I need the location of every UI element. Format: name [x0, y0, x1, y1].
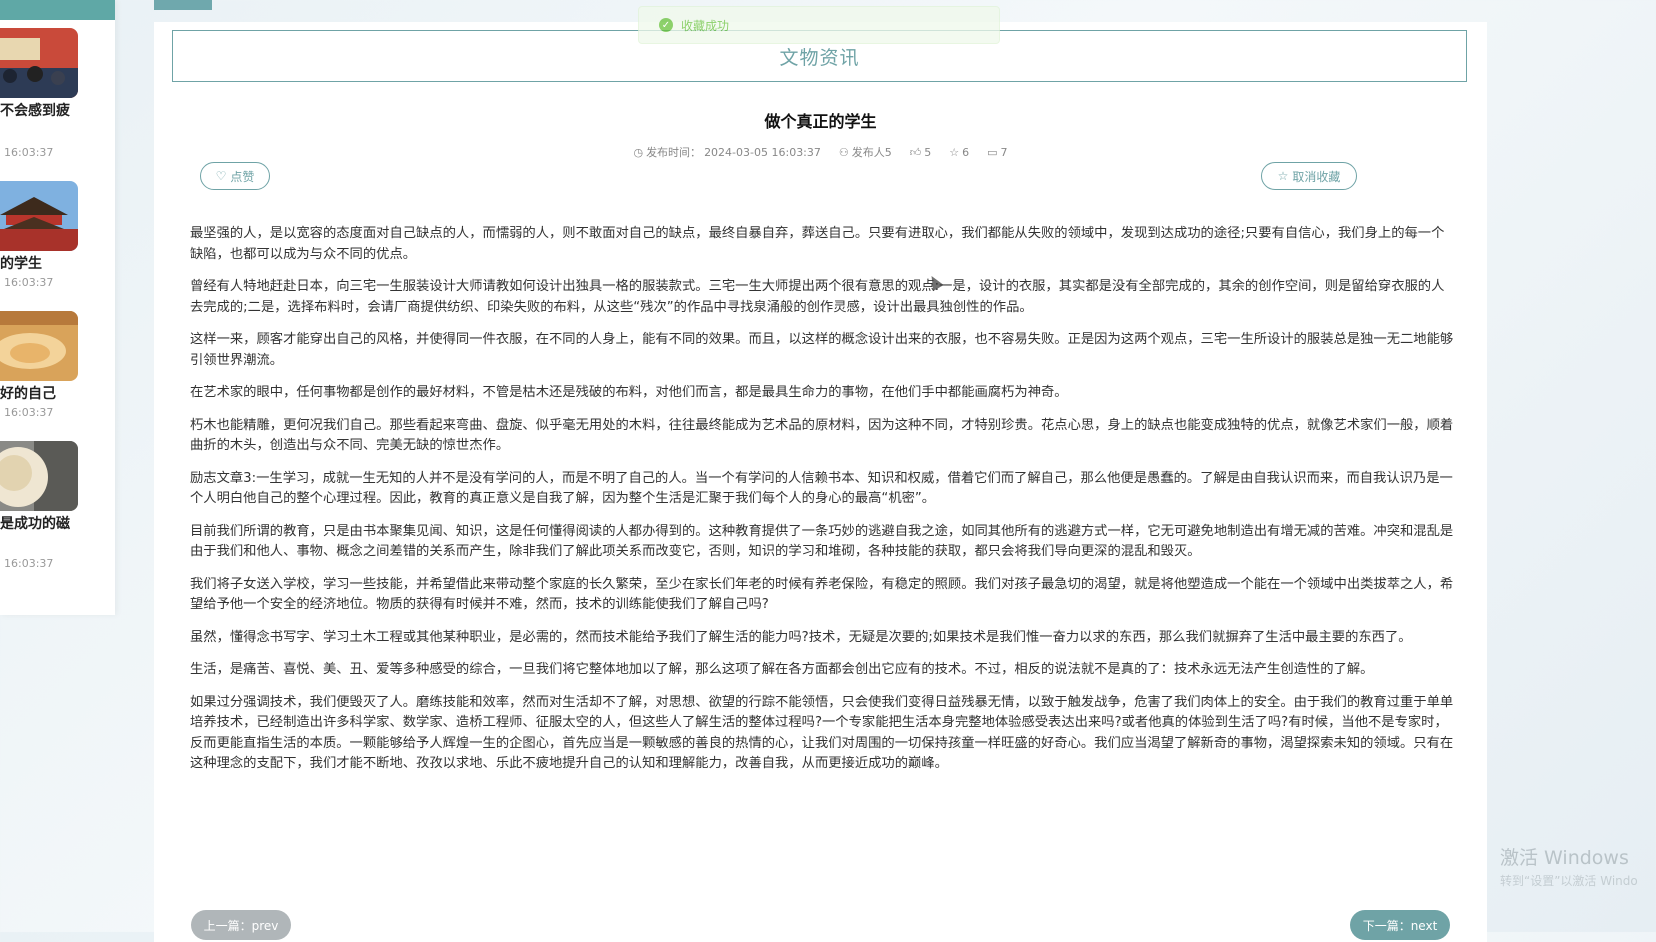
- article-paragraph: 励志文章3:一生学习，成就一生无知的人并不是没有学问的人，而是不明了自己的人。当…: [190, 470, 1453, 507]
- publish-time-value: 2024-03-05 16:03:37: [704, 145, 821, 159]
- like-count-value: 5: [924, 145, 932, 159]
- clock-icon: ◷: [633, 145, 644, 159]
- prev-article-button[interactable]: 上一篇：prev: [191, 910, 291, 940]
- comment-count-value: 7: [1000, 145, 1008, 159]
- article-paragraph: 在艺术家的眼中，任何事物都是创作的最好材料，不管是枯木还是残破的布料，对他们而言…: [190, 385, 1068, 400]
- sidebar-item-time: 16:03:37: [4, 276, 54, 289]
- like-button-label: 点赞: [230, 169, 255, 184]
- article-paragraph: 朽木也能精雕，更何况我们自己。那些看起来弯曲、盘旋、似乎毫无用处的木料，往往最终…: [190, 417, 1454, 454]
- article-paragraph: 目前我们所谓的教育，只是由书本聚集见闻、知识，这是任何懂得阅读的人都办得到的。这…: [190, 523, 1454, 560]
- article-body: 最坚强的人，是以宽容的态度面对自己缺点的人，而懦弱的人，则不敢面对自己的缺点，最…: [190, 224, 1456, 787]
- related-sidebar: 不会感到疲 16:03:37 的学生 16:03:37 好的自己 16:03:3…: [0, 0, 115, 615]
- user-icon: ⚇: [838, 145, 849, 159]
- like-button[interactable]: ♡ 点赞: [200, 162, 270, 190]
- sidebar-item-title[interactable]: 不会感到疲: [0, 100, 70, 120]
- sidebar-item-time: 16:03:37: [4, 406, 54, 419]
- sidebar-item-thumbnail[interactable]: [0, 28, 78, 98]
- thumbs-up-icon: 👍︎: [909, 145, 922, 159]
- article-paragraph: 虽然，懂得念书写字、学习土木工程或其他某种职业，是必需的，然而技术能给予我们了解…: [190, 629, 1412, 645]
- author: ⚇ 发布人5: [839, 144, 892, 160]
- check-circle-icon: ✓: [659, 18, 673, 32]
- toast-message: 收藏成功: [681, 18, 730, 33]
- comment-count: ▭ 7: [987, 144, 1007, 160]
- article-paragraph: 我们将子女送入学校，学习一些技能，并希望借此来带动整个家庭的长久繁荣，至少在家长…: [190, 576, 1454, 613]
- article-paragraph: 曾经有人特地赶赴日本，向三宅一生服装设计大师请教如何设计出独具一格的服装款式。三…: [190, 279, 1445, 315]
- sidebar-item-thumbnail[interactable]: [0, 441, 78, 511]
- unfavorite-button[interactable]: ☆ 取消收藏: [1261, 162, 1357, 190]
- sidebar-item-title[interactable]: 是成功的磁: [0, 513, 70, 533]
- publish-label: 发布时间：: [646, 146, 702, 159]
- star-icon: ☆: [1277, 169, 1289, 183]
- article-title: 做个真正的学生: [764, 112, 877, 131]
- windows-activation-watermark: 激活 Windows: [1500, 847, 1629, 869]
- sidebar-item-title[interactable]: 好的自己: [0, 383, 56, 403]
- sidebar-item-thumbnail[interactable]: [0, 311, 78, 381]
- heart-icon: ♡: [215, 169, 227, 183]
- article-paragraph: 如果过分强调技术，我们便毁灭了人。磨练技能和效率，然而对生活却不了解，对思想、欲…: [190, 694, 1454, 772]
- sidebar-top-bar: [0, 0, 115, 20]
- star-icon: ☆: [949, 145, 960, 159]
- sidebar-item-time: 16:03:37: [4, 557, 54, 570]
- success-toast: ✓ 收藏成功: [638, 6, 1000, 44]
- article-paragraph: 最坚强的人，是以宽容的态度面对自己缺点的人，而懦弱的人，则不敢面对自己的缺点，最…: [190, 226, 1445, 262]
- article-card: 文物资讯 做个真正的学生 ◷ 发布时间： 2024-03-05 16:03:37…: [154, 22, 1487, 942]
- comment-icon: ▭: [987, 145, 998, 159]
- windows-activation-hint: 转到“设置”以激活 Windo: [1500, 874, 1638, 888]
- publish-time: ◷ 发布时间： 2024-03-05 16:03:37: [633, 144, 820, 160]
- article-paragraph: 生活，是痛苦、喜悦、美、丑、爱等多种感受的综合，一旦我们将它整体地加以了解，那么…: [190, 662, 1374, 677]
- sidebar-item-thumbnail[interactable]: [0, 181, 78, 251]
- author-value: 发布人5: [851, 146, 892, 159]
- article-meta: ◷ 发布时间： 2024-03-05 16:03:37 ⚇ 发布人5 👍︎ 5 …: [154, 144, 1487, 160]
- favorite-count: ☆ 6: [949, 144, 969, 160]
- next-article-button[interactable]: 下一篇：next: [1350, 910, 1450, 940]
- unfavorite-button-label: 取消收藏: [1292, 169, 1341, 184]
- sidebar-item-time: 16:03:37: [4, 146, 54, 159]
- article-paragraph: 这样一来，顾客才能穿出自己的风格，并使得同一件衣服，在不同的人身上，能有不同的效…: [190, 332, 1454, 368]
- like-count: 👍︎ 5: [910, 144, 932, 160]
- favorite-count-value: 6: [962, 145, 970, 159]
- top-tab-indicator: [154, 0, 212, 10]
- sidebar-item-title[interactable]: 的学生: [0, 253, 42, 273]
